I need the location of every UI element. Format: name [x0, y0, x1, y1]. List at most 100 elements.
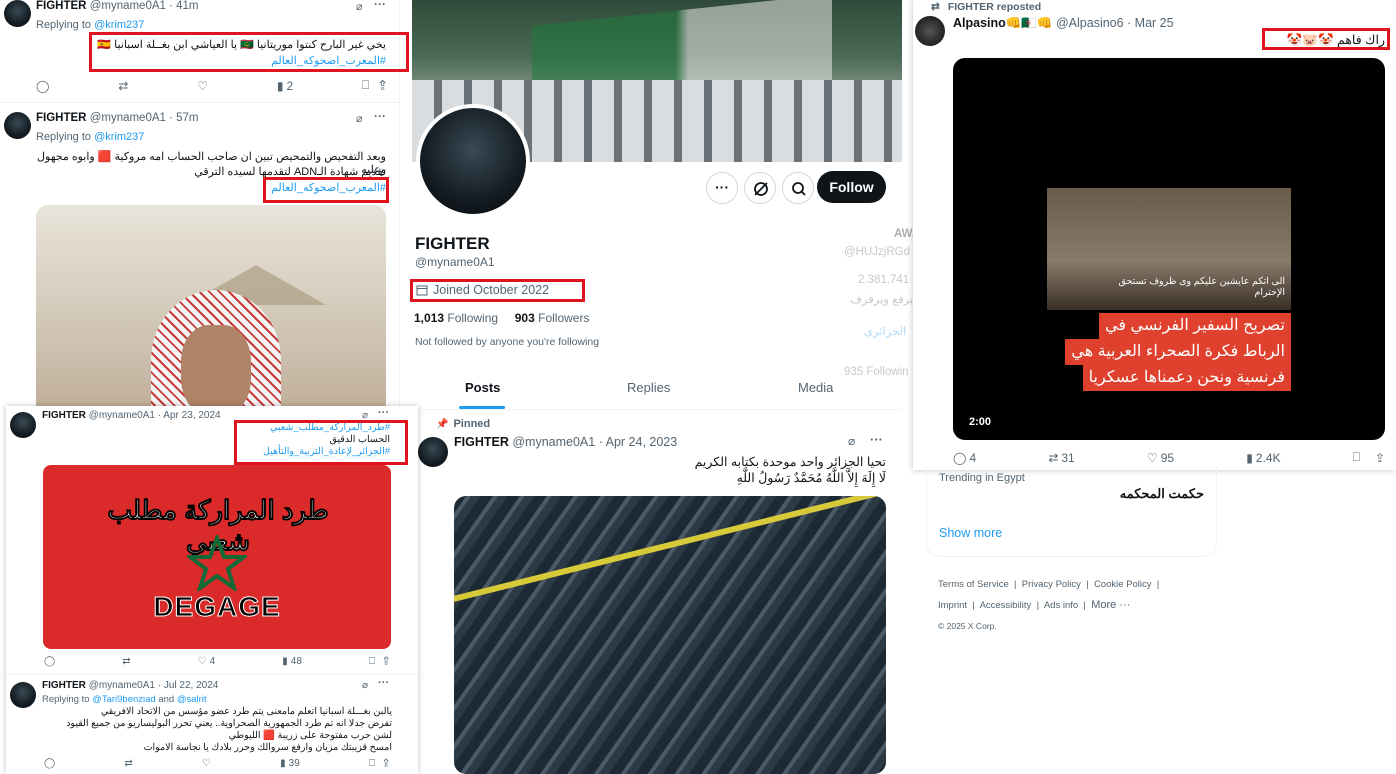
tweet4-views: 39 — [288, 758, 300, 769]
tweet4-more-icon[interactable]: ··· — [378, 677, 389, 689]
heart-icon: ♡ — [1146, 450, 1158, 465]
repost-button[interactable]: ⇄ 31 — [1048, 451, 1074, 465]
followers-label: Followers — [538, 311, 590, 325]
footer-imprint[interactable]: Imprint — [938, 600, 967, 611]
tweet1-grok-icon[interactable]: ⌀ — [356, 0, 363, 13]
pinned-media[interactable] — [454, 496, 886, 774]
right-tweet-header: Alpasino👊🇩🇿👊 @Alpasino6 · Mar 25 — [953, 16, 1174, 31]
video-caption-line3: فرنسية ونحن دعمناها عسكريا — [1082, 365, 1291, 391]
tweet4-grok-icon[interactable]: ⌀ — [362, 680, 368, 691]
ghost-layer: AWA @HUJzjRGd 2.381.741 برفع ويرفرف الجز… — [830, 196, 920, 426]
follow-stats: 1,013 Following 903 Followers — [414, 311, 589, 325]
tweet4-reply-target[interactable]: @Tari9benziad — [92, 694, 156, 705]
pinned-more-icon[interactable]: ··· — [870, 432, 883, 447]
show-more-link[interactable]: Show more — [939, 526, 1002, 540]
tweet4-bookmark-button[interactable]: ⎕ ⇪ — [369, 758, 389, 769]
tweet1-replying: Replying to @krim237 — [36, 19, 144, 31]
tweet3-image[interactable]: طرد المراركة مطلب شعبي DEGAGE — [43, 465, 391, 649]
views-count: 2.4K — [1255, 450, 1281, 465]
image-word: DEGAGE — [153, 591, 281, 623]
video-duration: 2:00 — [969, 416, 992, 428]
tweet3-bookmark-button[interactable]: ⎕ ⇪ — [369, 656, 389, 667]
footer-cookie[interactable]: Cookie Policy — [1094, 579, 1152, 590]
tweet3-actions: ◯ ⇄ ♡ 4 ▮ 48 ⎕ ⇪ — [44, 656, 389, 667]
tweet4-reply-button[interactable]: ◯ — [44, 758, 55, 769]
profile-avatar[interactable] — [416, 104, 530, 218]
tweet1-avatar[interactable] — [4, 0, 31, 27]
tweet3-reply-button[interactable]: ◯ — [44, 656, 55, 667]
footer-links: Terms of Service | Privacy Policy | Cook… — [938, 579, 1160, 631]
footer-more[interactable]: More ··· — [1091, 599, 1130, 611]
pinned-handle: @myname0A1 · Apr 24, 2023 — [512, 435, 678, 449]
alpasino-avatar[interactable] — [915, 16, 945, 46]
views-icon: ▮ — [1246, 450, 1253, 465]
pinned-name[interactable]: FIGHTER — [454, 435, 509, 449]
tweet2-reply-target[interactable]: @krim237 — [94, 131, 144, 143]
repost-text: FIGHTER reposted — [947, 1, 1042, 13]
tweet1-repost-button[interactable]: ⇄ — [118, 79, 128, 93]
video-caption-line2: الرباط فكرة الصحراء العربية هي — [1065, 339, 1291, 365]
tweet4-line3: لشن حرب مفتوحة على زريبة 🟥 الليوطي — [228, 730, 392, 741]
tweet3-header: FIGHTER @myname0A1 · Apr 23, 2024 — [42, 410, 221, 421]
followers-link[interactable]: 903 Followers — [515, 311, 590, 325]
tweet1-more-icon[interactable]: ··· — [374, 0, 386, 11]
tweet4-views-button[interactable]: ▮ 39 — [280, 758, 300, 769]
tweet1-name[interactable]: FIGHTER — [36, 0, 86, 12]
tweet4-name[interactable]: FIGHTER — [42, 680, 86, 691]
tweet1-views-button[interactable]: ▮ 2 — [277, 79, 293, 93]
trending-topic[interactable]: حكمت المحكمه — [1047, 486, 1204, 502]
tab-media[interactable]: Media — [798, 380, 833, 395]
ghost-text2: الجزائري — [864, 326, 907, 338]
footer-privacy[interactable]: Privacy Policy — [1022, 579, 1081, 590]
tweet1-reply-button[interactable]: ◯ — [36, 79, 49, 93]
following-link[interactable]: 1,013 Following — [414, 311, 498, 325]
tweet2-more-icon[interactable]: ··· — [374, 109, 386, 123]
tweet1-bookmark-button[interactable]: ⎕ ⇪ — [362, 78, 386, 93]
highlight-joined-date — [410, 279, 585, 302]
right-tweet-video[interactable]: الى اتكم عايشين عليكم وى ظروف تستحق الإح… — [953, 58, 1385, 440]
tweet3-views-button[interactable]: ▮ 48 — [282, 656, 302, 667]
tweet4-replying-prefix: Replying to — [42, 694, 90, 705]
tweet3-name[interactable]: FIGHTER — [42, 410, 86, 421]
views-button[interactable]: ▮ 2.4K — [1246, 451, 1280, 465]
pinned-avatar[interactable] — [418, 437, 448, 467]
share-icon[interactable]: ⇪ — [1375, 451, 1385, 465]
bookmark-icon: ⎕ — [1352, 450, 1360, 464]
more-options-button[interactable]: ··· — [706, 172, 738, 204]
tweet2-image[interactable] — [36, 205, 386, 410]
search-button[interactable] — [782, 172, 814, 204]
tweet4-line2: تفرض جدلا انه تم طرد الجمهورية الصحراوية… — [66, 718, 392, 729]
tweet1-like-button[interactable]: ♡ — [197, 79, 208, 93]
tweet2-name[interactable]: FIGHTER — [36, 112, 86, 124]
tweet3-repost-button[interactable]: ⇄ — [122, 656, 130, 667]
tweet4-like-button[interactable]: ♡ — [202, 758, 211, 769]
tab-replies[interactable]: Replies — [627, 380, 670, 395]
tweet3-handle: @myname0A1 · Apr 23, 2024 — [88, 410, 221, 421]
pinned-grok-icon[interactable]: ⌀ — [848, 434, 855, 448]
profile-panel: ··· Follow FIGHTER @myname0A1 Joined Oct… — [412, 0, 902, 774]
like-button[interactable]: ♡ 95 — [1147, 451, 1174, 465]
tweet4-reply-target2[interactable]: @salrit — [177, 694, 207, 705]
tweet3-like-button[interactable]: ♡ 4 — [198, 656, 216, 667]
footer-ads[interactable]: Ads info — [1044, 600, 1078, 611]
tweet3-more-icon[interactable]: ··· — [378, 407, 389, 419]
tweet4-repost-button[interactable]: ⇄ — [124, 758, 132, 769]
bookmark-button[interactable]: ⎕ ⇪ — [1353, 450, 1385, 465]
footer-accessibility[interactable]: Accessibility — [980, 600, 1032, 611]
profile-handle: @myname0A1 — [415, 255, 495, 269]
tweet2-avatar[interactable] — [4, 112, 31, 139]
tweet1-reply-target[interactable]: @krim237 — [94, 19, 144, 31]
tweet2-grok-icon[interactable]: ⌀ — [356, 112, 363, 125]
like-count: 95 — [1160, 450, 1175, 465]
tweet4-actions: ◯ ⇄ ♡ ▮ 39 ⎕ ⇪ — [44, 758, 389, 769]
highlight-tweet1-text — [89, 32, 409, 72]
tweet4-avatar[interactable] — [10, 682, 36, 708]
grok-icon — [754, 182, 768, 196]
tab-posts[interactable]: Posts — [465, 380, 500, 395]
tweet3-avatar[interactable] — [10, 412, 36, 438]
tweet4-header: FIGHTER @myname0A1 · Jul 22, 2024 — [42, 680, 218, 691]
right-tweet-name[interactable]: Alpasino — [953, 16, 1006, 30]
reply-button[interactable]: ◯ 4 — [953, 451, 976, 465]
footer-terms[interactable]: Terms of Service — [938, 579, 1009, 590]
grok-button[interactable] — [744, 172, 776, 204]
